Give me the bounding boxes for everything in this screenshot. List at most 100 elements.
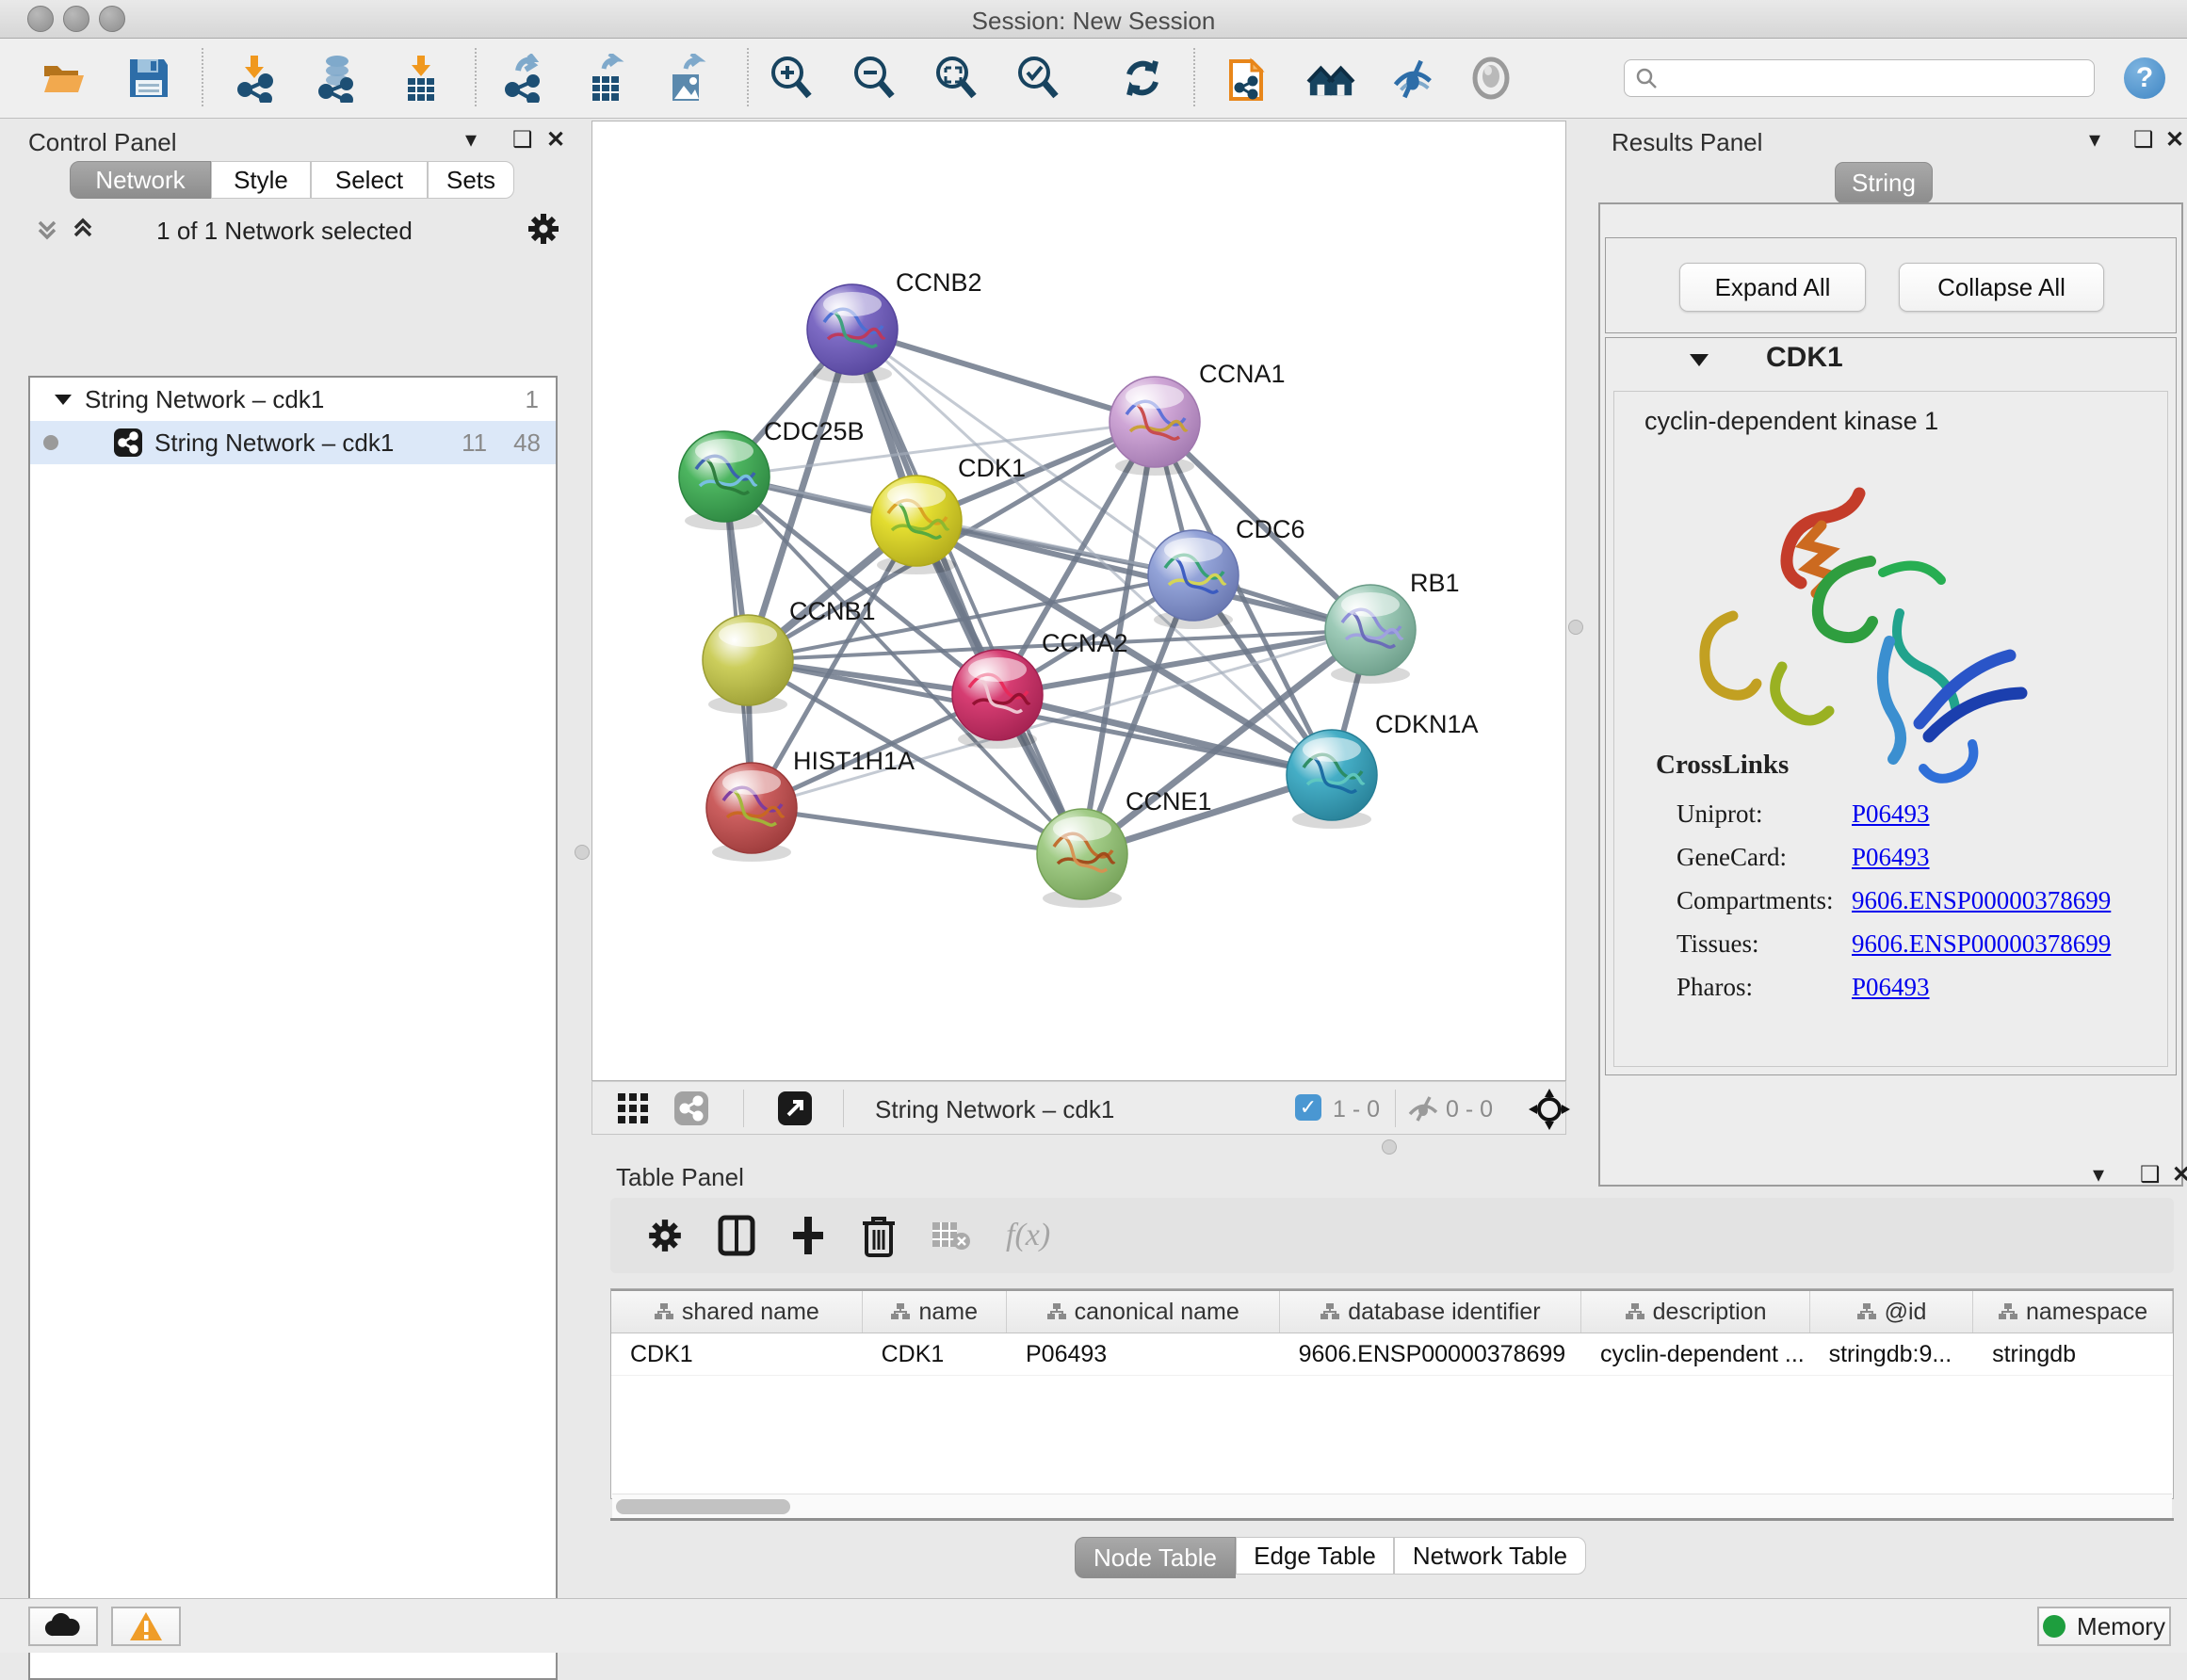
show-graphics-button[interactable] [1466, 54, 1515, 103]
table-panel-float-icon[interactable]: ❑ [2140, 1161, 2161, 1188]
birdseye-view-icon[interactable] [1529, 1089, 1570, 1130]
grid-view-icon[interactable] [617, 1092, 649, 1124]
tab-string[interactable]: String [1835, 162, 1933, 203]
open-session-button[interactable] [40, 54, 89, 103]
open-folder-icon [40, 55, 88, 102]
zoom-in-button[interactable] [767, 54, 816, 103]
delete-column-icon[interactable] [861, 1214, 897, 1257]
column-header-database-identifier[interactable]: database identifier [1280, 1291, 1582, 1333]
table-panel-collapse-icon[interactable]: ▾ [2093, 1161, 2104, 1188]
column-header-description[interactable]: description [1581, 1291, 1810, 1333]
network-row-selected[interactable]: String Network – cdk1 11 48 [30, 421, 556, 464]
table-horizontal-scrollbar[interactable] [612, 1494, 2172, 1519]
network-node-CDC6[interactable]: CDC6 [1148, 515, 1305, 629]
add-column-icon[interactable] [789, 1215, 827, 1256]
string-import-button[interactable] [1223, 54, 1272, 103]
results-panel-close-icon[interactable]: ✕ [2165, 126, 2184, 153]
crosslink-value-link[interactable]: 9606.ENSP00000378699 [1852, 929, 2111, 959]
warnings-button[interactable] [111, 1607, 181, 1646]
import-table-button[interactable] [397, 54, 446, 103]
hidden-eye-icon[interactable] [1406, 1093, 1440, 1123]
tab-edge-table[interactable]: Edge Table [1236, 1537, 1394, 1575]
network-edge-HIST1H1A-CCNE1[interactable] [752, 808, 1082, 854]
zoom-selected-button[interactable] [1013, 54, 1062, 103]
network-edge-CCNB2-CCNE1[interactable] [852, 330, 1082, 854]
table-row[interactable]: CDK1CDK1P064939606.ENSP00000378699cyclin… [611, 1333, 2173, 1376]
network-node-label-CDK1: CDK1 [958, 454, 1026, 482]
horizontal-splitter-handle[interactable] [1382, 1139, 1397, 1155]
home-button[interactable] [1306, 54, 1355, 103]
crosslink-value-link[interactable]: P06493 [1852, 800, 1930, 829]
column-header-name[interactable]: name [863, 1291, 1007, 1333]
import-network-from-file-button[interactable] [232, 54, 281, 103]
table-settings-gear-icon[interactable] [646, 1217, 684, 1254]
network-edge-CCNB2-CCNA1[interactable] [852, 330, 1155, 422]
tab-node-table[interactable]: Node Table [1075, 1537, 1236, 1578]
network-node-CCNB2[interactable]: CCNB2 [807, 268, 982, 383]
save-session-button[interactable] [124, 54, 173, 103]
control-panel-close-icon[interactable]: ✕ [546, 126, 565, 153]
expand-all-button[interactable]: Expand All [1679, 263, 1866, 312]
collapse-all-button[interactable]: Collapse All [1899, 263, 2104, 312]
zoom-in-icon [767, 54, 816, 103]
cloud-tasks-button[interactable] [28, 1607, 98, 1646]
network-node-RB1[interactable]: RB1 [1325, 569, 1460, 684]
table-cell[interactable]: CDK1 [863, 1333, 1007, 1375]
network-node-CDKN1A[interactable]: CDKN1A [1287, 710, 1479, 829]
table-cell[interactable]: P06493 [1007, 1333, 1280, 1375]
network-share-toggle-icon[interactable] [673, 1090, 709, 1126]
table-cell[interactable]: 9606.ENSP00000378699 [1280, 1333, 1581, 1375]
tree-expander-icon[interactable] [53, 392, 73, 407]
network-canvas[interactable]: CCNB2CCNA1CDC25BCDK1CDC6RB1CCNB1CCNA2CDK… [591, 121, 1566, 1081]
network-node-CCNE1[interactable]: CCNE1 [1037, 787, 1212, 908]
control-panel-collapse-icon[interactable]: ▾ [465, 126, 477, 153]
network-node-CCNA1[interactable]: CCNA1 [1110, 360, 1286, 476]
protein-expander-icon[interactable] [1689, 351, 1709, 368]
left-splitter-handle[interactable] [575, 845, 590, 860]
show-columns-icon[interactable] [718, 1215, 755, 1256]
tab-select[interactable]: Select [311, 161, 428, 199]
results-panel-collapse-icon[interactable]: ▾ [2089, 126, 2100, 153]
results-panel-float-icon[interactable]: ❑ [2133, 126, 2154, 153]
column-header--id[interactable]: @id [1810, 1291, 1973, 1333]
delete-table-icon[interactable] [931, 1219, 972, 1252]
export-table-button[interactable] [581, 54, 630, 103]
selected-checkbox-icon[interactable]: ✓ [1295, 1094, 1321, 1121]
hide-unhide-button[interactable] [1388, 54, 1437, 103]
tab-style[interactable]: Style [211, 161, 311, 199]
column-header-namespace[interactable]: namespace [1973, 1291, 2173, 1333]
export-network-button[interactable] [499, 54, 548, 103]
hidden-nodes-edges-count: 0 - 0 [1446, 1096, 1493, 1123]
table-cell[interactable]: stringdb:9... [1810, 1333, 1974, 1375]
tab-network[interactable]: Network [70, 161, 211, 199]
network-node-HIST1H1A[interactable]: HIST1H1A [706, 747, 915, 862]
control-panel-float-icon[interactable]: ❑ [512, 126, 533, 153]
crosslink-value-link[interactable]: P06493 [1852, 973, 1930, 1002]
tab-sets[interactable]: Sets [428, 161, 514, 199]
import-network-from-database-button[interactable] [313, 54, 362, 103]
network-options-gear-icon[interactable] [526, 211, 561, 247]
export-image-button[interactable] [661, 54, 710, 103]
table-cell[interactable]: CDK1 [611, 1333, 863, 1375]
column-header-shared-name[interactable]: shared name [611, 1291, 863, 1333]
column-header-canonical-name[interactable]: canonical name [1007, 1291, 1280, 1333]
open-in-browser-icon[interactable] [777, 1090, 813, 1126]
help-button[interactable]: ? [2124, 57, 2165, 99]
memory-button[interactable]: Memory [2037, 1607, 2171, 1646]
search-input[interactable] [1659, 64, 2094, 92]
network-node-CDK1[interactable]: CDK1 [871, 454, 1026, 574]
tab-network-table[interactable]: Network Table [1394, 1537, 1586, 1575]
right-splitter-handle[interactable] [1568, 620, 1583, 635]
scrollbar-thumb[interactable] [616, 1499, 790, 1514]
table-cell[interactable]: stringdb [1973, 1333, 2173, 1375]
zoom-out-button[interactable] [850, 54, 899, 103]
table-cell[interactable]: cyclin-dependent ... [1581, 1333, 1810, 1375]
export-table-icon [581, 54, 630, 103]
table-panel-close-icon[interactable]: ✕ [2172, 1161, 2187, 1188]
crosslink-value-link[interactable]: P06493 [1852, 843, 1930, 872]
network-collection-row[interactable]: String Network – cdk1 1 [30, 378, 556, 421]
function-builder-icon[interactable]: f(x) [1006, 1218, 1050, 1253]
zoom-fit-button[interactable] [932, 54, 980, 103]
refresh-network-button[interactable] [1118, 54, 1167, 103]
crosslink-value-link[interactable]: 9606.ENSP00000378699 [1852, 886, 2111, 915]
